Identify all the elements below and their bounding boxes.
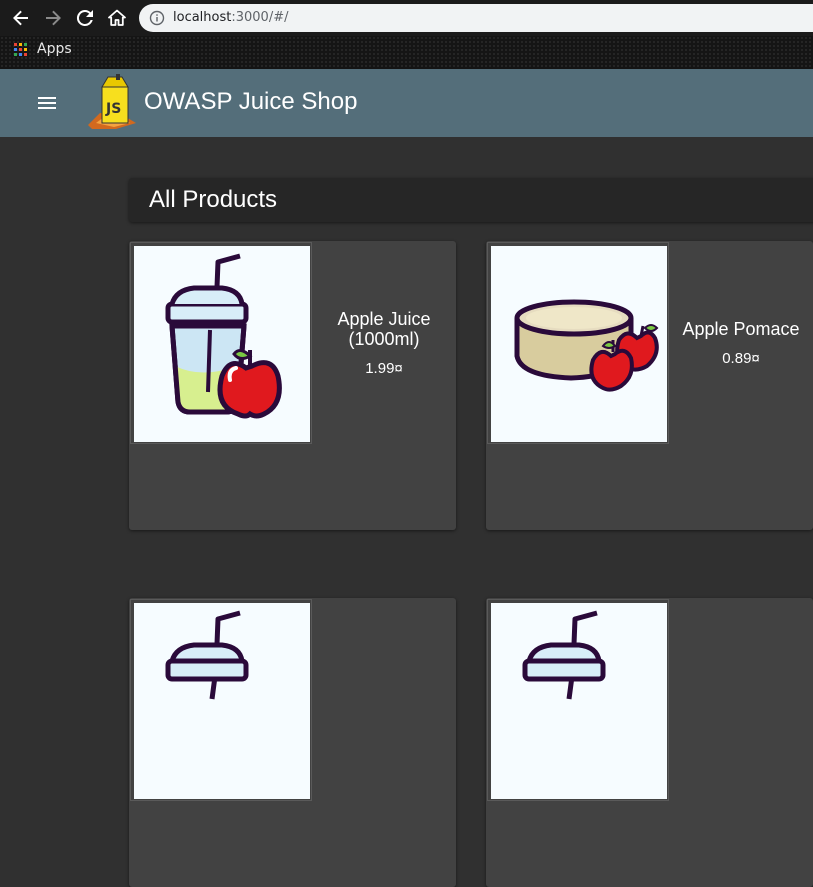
product-price: 1.99¤ (365, 360, 403, 377)
apps-grid-icon[interactable] (14, 43, 27, 56)
address-bar[interactable]: localhost:3000/#/ (139, 4, 813, 32)
home-button[interactable] (105, 6, 129, 30)
juice-image-icon (522, 610, 606, 700)
reload-button[interactable] (73, 6, 97, 30)
juice-shop-logo-icon[interactable]: JS (86, 73, 138, 131)
product-image[interactable] (491, 246, 667, 442)
url-path: :3000/#/ (231, 10, 289, 25)
product-image[interactable] (134, 246, 310, 442)
back-button[interactable] (9, 6, 33, 30)
app-title[interactable]: OWASP Juice Shop (144, 88, 357, 116)
product-card-apple-juice[interactable]: Apple Juice (1000ml) 1.99¤ (129, 241, 456, 530)
product-image-frame[interactable] (487, 242, 669, 444)
product-image-frame[interactable] (487, 599, 669, 801)
hamburger-menu-icon[interactable] (36, 91, 58, 115)
app-toolbar: JS OWASP Juice Shop (0, 69, 813, 137)
apple-juice-image-icon (165, 253, 282, 419)
product-card-row2-1[interactable] (129, 598, 456, 887)
forward-arrow-icon (46, 10, 61, 26)
product-card-row2-2[interactable] (486, 598, 813, 887)
forward-button[interactable] (41, 6, 65, 30)
url-host: localhost (173, 10, 232, 25)
browser-toolbar: localhost:3000/#/ (0, 0, 813, 36)
product-name: Apple Pomace (682, 319, 800, 339)
product-price: 0.89¤ (722, 350, 760, 367)
product-card-apple-pomace[interactable]: Apple Pomace 0.89¤ (486, 241, 813, 530)
products-heading-card: All Products (129, 178, 813, 222)
svg-text:JS: JS (105, 101, 121, 117)
bookmark-apps[interactable]: Apps (37, 41, 72, 57)
browser-chrome: localhost:3000/#/ Apps (0, 0, 813, 69)
product-info: Apple Pomace 0.89¤ (669, 241, 813, 445)
main-content: All Products Apple Juice (1000ml) 1.99¤ … (0, 137, 813, 887)
home-icon (108, 9, 126, 26)
apple-pomace-image-icon (514, 299, 659, 392)
product-image-frame[interactable] (130, 599, 312, 801)
product-image[interactable] (491, 603, 667, 799)
product-info: Apple Juice (1000ml) 1.99¤ (312, 241, 456, 445)
reload-icon (76, 9, 93, 26)
page-title: All Products (149, 186, 278, 213)
bookmarks-bar (0, 36, 813, 69)
info-icon[interactable] (149, 10, 165, 26)
product-image[interactable] (134, 603, 310, 799)
back-arrow-icon (13, 10, 28, 26)
url-text[interactable]: localhost:3000/#/ (173, 10, 288, 25)
product-name: Apple Juice (1000ml) (337, 309, 431, 349)
product-image-frame[interactable] (130, 242, 312, 444)
juice-image-icon (165, 610, 249, 700)
